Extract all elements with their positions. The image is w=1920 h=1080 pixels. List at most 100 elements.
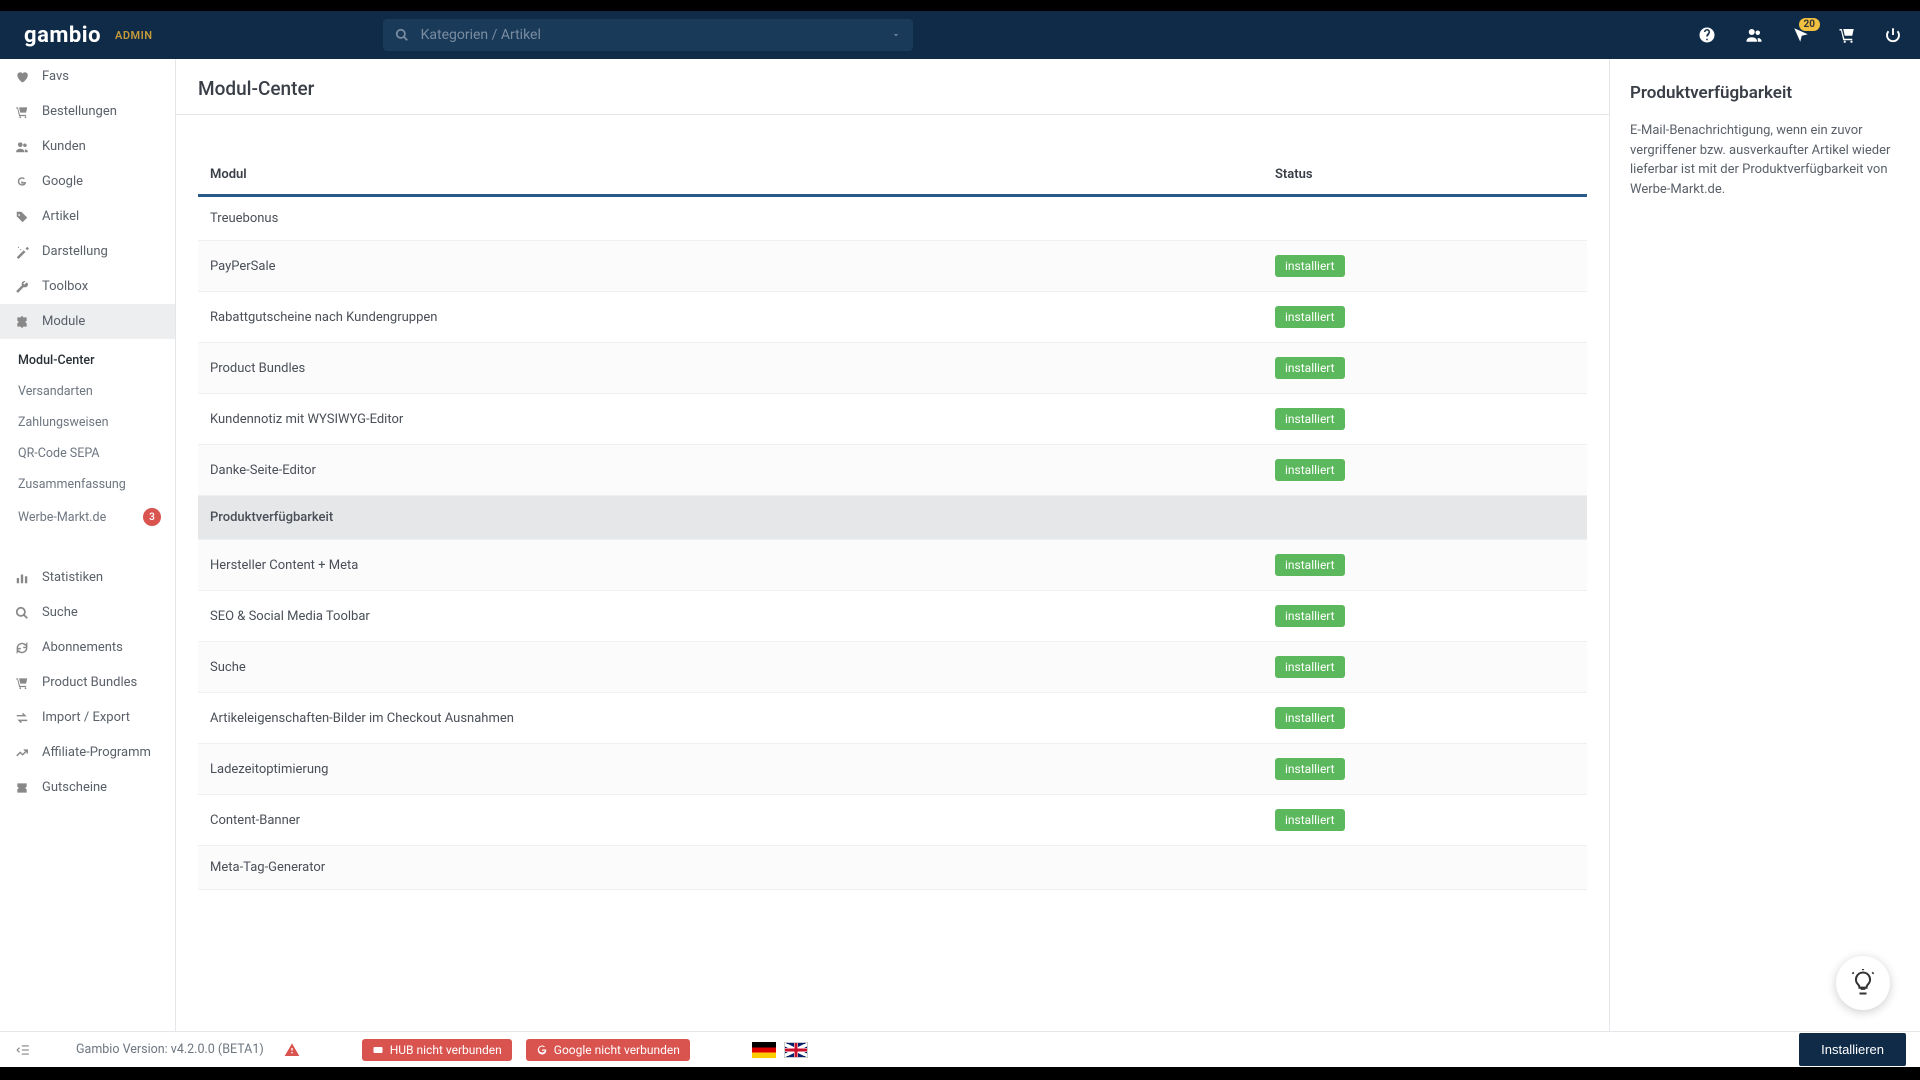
notification-badge: 20 — [1799, 18, 1820, 31]
sidebar-item-label: Favs — [42, 69, 69, 84]
table-row[interactable]: Product Bundlesinstalliert — [198, 343, 1587, 394]
sidebar-item-artikel[interactable]: Artikel — [0, 199, 175, 234]
puzzle-icon — [14, 315, 30, 329]
hub-status-badge[interactable]: HUB nicht verbunden — [362, 1039, 512, 1061]
sidebar-item-abonnements[interactable]: Abonnements — [0, 630, 175, 665]
collapse-sidebar-icon[interactable] — [14, 1043, 32, 1057]
table-row[interactable]: Ladezeitoptimierunginstalliert — [198, 744, 1587, 795]
sidebar-item-kunden[interactable]: Kunden — [0, 129, 175, 164]
search-placeholder: Kategorien / Artikel — [421, 27, 891, 43]
search-icon — [14, 606, 30, 620]
refresh-icon — [14, 641, 30, 655]
tag-icon — [14, 210, 30, 224]
module-table: Modul Status TreuebonusPayPerSaleinstall… — [198, 155, 1587, 890]
sidebar-item-gutscheine[interactable]: Gutscheine — [0, 770, 175, 805]
cell-modul: Kundennotiz mit WYSIWYG-Editor — [210, 412, 1275, 427]
table-row[interactable]: Artikeleigenschaften-Bilder im Checkout … — [198, 693, 1587, 744]
table-row[interactable]: Danke-Seite-Editorinstalliert — [198, 445, 1587, 496]
search-dropdown[interactable]: Kategorien / Artikel — [383, 19, 913, 51]
details-title: Produktverfügbarkeit — [1630, 83, 1900, 103]
cell-status: installiert — [1275, 605, 1575, 627]
sidebar-subitem[interactable]: Zahlungsweisen — [0, 407, 175, 438]
users-icon — [14, 140, 30, 154]
table-row[interactable]: Content-Bannerinstalliert — [198, 795, 1587, 846]
admin-label: ADMIN — [115, 29, 153, 42]
cell-status: installiert — [1275, 554, 1575, 576]
google-status-badge[interactable]: Google nicht verbunden — [526, 1039, 690, 1061]
sidebar-subitem[interactable]: Zusammenfassung — [0, 469, 175, 500]
topbar: gambio ADMIN Kategorien / Artikel 20 — [0, 11, 1920, 59]
install-button[interactable]: Installieren — [1799, 1033, 1906, 1066]
cell-status: installiert — [1275, 707, 1575, 729]
sidebar-item-darstellung[interactable]: Darstellung — [0, 234, 175, 269]
sidebar-item-product-bundles[interactable]: Product Bundles — [0, 665, 175, 700]
status-badge: installiert — [1275, 656, 1345, 678]
users-icon[interactable] — [1744, 26, 1764, 44]
col-status[interactable]: Status — [1275, 167, 1575, 182]
table-header: Modul Status — [198, 155, 1587, 197]
help-fab[interactable] — [1836, 956, 1890, 1010]
status-badge: installiert — [1275, 809, 1345, 831]
cell-status: installiert — [1275, 357, 1575, 379]
flag-de[interactable] — [752, 1042, 776, 1058]
cell-modul: Treuebonus — [210, 211, 1275, 226]
count-badge: 3 — [143, 508, 161, 526]
status-badge: installiert — [1275, 255, 1345, 277]
cell-modul: Suche — [210, 660, 1275, 675]
sidebar-item-toolbox[interactable]: Toolbox — [0, 269, 175, 304]
sidebar-item-affiliate-programm[interactable]: Affiliate-Programm — [0, 735, 175, 770]
sidebar-subitem[interactable]: Modul-Center — [0, 345, 175, 376]
sidebar-subitem[interactable]: Werbe-Markt.de3 — [0, 500, 175, 534]
table-row[interactable]: Kundennotiz mit WYSIWYG-Editorinstallier… — [198, 394, 1587, 445]
flag-en[interactable] — [784, 1042, 808, 1058]
exchange-icon — [14, 711, 30, 725]
table-row[interactable]: Hersteller Content + Metainstalliert — [198, 540, 1587, 591]
sidebar-item-statistiken[interactable]: Statistiken — [0, 560, 175, 595]
col-modul[interactable]: Modul — [210, 167, 1275, 182]
sidebar-item-favs[interactable]: Favs — [0, 59, 175, 94]
logo: gambio — [24, 23, 101, 48]
sidebar-item-label: Toolbox — [42, 279, 88, 294]
warning-icon[interactable] — [284, 1042, 300, 1058]
cell-modul: Produktverfügbarkeit — [210, 510, 1275, 525]
power-icon[interactable] — [1884, 26, 1902, 44]
sidebar-item-label: Affiliate-Programm — [42, 745, 151, 760]
table-row[interactable]: SEO & Social Media Toolbarinstalliert — [198, 591, 1587, 642]
table-row[interactable]: Sucheinstalliert — [198, 642, 1587, 693]
sidebar: Favs Bestellungen KundenGoogleArtikelDarst… — [0, 59, 176, 1031]
sidebar-subitem[interactable]: QR-Code SEPA — [0, 438, 175, 469]
table-row[interactable]: Treuebonus — [198, 197, 1587, 241]
table-row[interactable]: Meta-Tag-Generator — [198, 846, 1587, 890]
sidebar-subitem[interactable]: Versandarten — [0, 376, 175, 407]
cell-modul: SEO & Social Media Toolbar — [210, 609, 1275, 624]
cell-status: installiert — [1275, 809, 1575, 831]
sidebar-item-bestellungen[interactable]: Bestellungen — [0, 94, 175, 129]
status-badge: installiert — [1275, 306, 1345, 328]
help-icon[interactable] — [1698, 26, 1716, 44]
cell-modul: PayPerSale — [210, 259, 1275, 274]
cell-modul: Content-Banner — [210, 813, 1275, 828]
sidebar-item-label: Gutscheine — [42, 780, 107, 795]
cell-status: installiert — [1275, 408, 1575, 430]
sidebar-item-google[interactable]: Google — [0, 164, 175, 199]
google-icon — [14, 175, 30, 189]
status-badge: installiert — [1275, 605, 1345, 627]
table-row[interactable]: Produktverfügbarkeit — [198, 496, 1587, 540]
table-row[interactable]: Rabattgutscheine nach Kundengruppeninsta… — [198, 292, 1587, 343]
wand-icon — [14, 245, 30, 259]
sidebar-item-module[interactable]: Module — [0, 304, 175, 339]
chart-line-icon — [14, 746, 30, 760]
status-badge: installiert — [1275, 357, 1345, 379]
cart-icon[interactable] — [1838, 26, 1856, 44]
sidebar-item-label: Suche — [42, 605, 78, 620]
details-text: E-Mail-Benachrichtigung, wenn ein zuvor … — [1630, 121, 1900, 199]
notifications-icon[interactable]: 20 — [1792, 26, 1810, 44]
sidebar-item-label: Bestellungen — [42, 104, 117, 119]
sidebar-item-import-export[interactable]: Import / Export — [0, 700, 175, 735]
table-row[interactable]: PayPerSaleinstalliert — [198, 241, 1587, 292]
sidebar-item-suche[interactable]: Suche — [0, 595, 175, 630]
cell-status: installiert — [1275, 306, 1575, 328]
cart-icon — [14, 676, 30, 690]
heart-icon — [14, 70, 30, 84]
ticket-icon — [14, 781, 30, 795]
